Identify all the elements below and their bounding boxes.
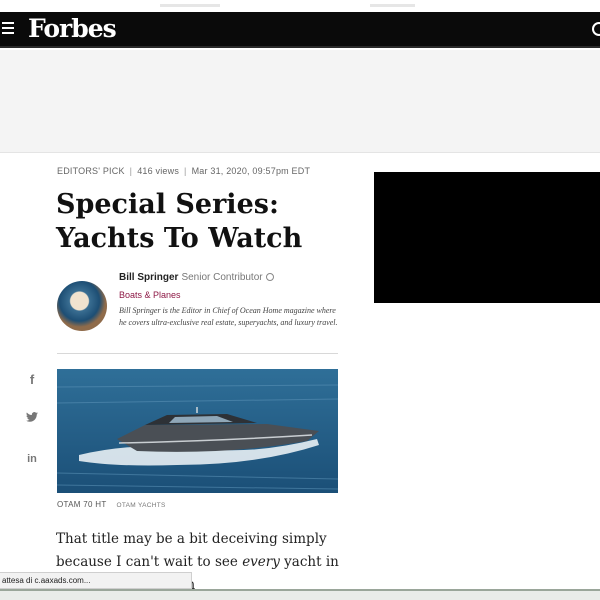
author-line: Bill Springer Senior Contributor [119, 272, 274, 283]
meta-separator: | [129, 166, 133, 176]
browser-bottom-strip [0, 589, 600, 600]
meta-separator: | [184, 166, 187, 176]
hamburger-menu-icon[interactable] [2, 22, 16, 36]
body-text-emphasis: every [242, 554, 280, 570]
caption-text: OTAM 70 HT [57, 500, 107, 509]
browser-status-bar: attesa di c.aaxads.com... [0, 572, 192, 589]
forbes-logo[interactable]: Forbes [28, 14, 117, 43]
article-meta: EDITORS' PICK | 416 views | Mar 31, 2020, 09… [57, 166, 310, 176]
twitter-share-icon[interactable] [26, 412, 38, 422]
article-title: Special Series: Yachts To Watch [56, 189, 303, 254]
view-count: 416 views [137, 166, 180, 176]
author-name[interactable]: Bill Springer [119, 272, 178, 283]
info-icon[interactable] [265, 273, 274, 281]
hero-image[interactable] [57, 369, 338, 493]
image-caption: OTAM 70 HT OTAM YACHTS [57, 500, 166, 509]
author-bio: Bill Springer is the Editor in Chief of … [119, 306, 338, 327]
publish-date: Mar 31, 2020, 09:57pm EDT [191, 166, 311, 176]
site-header: Forbes [0, 12, 600, 48]
browser-tab-edge [160, 4, 220, 7]
author-channel-link[interactable]: Boats & Planes [119, 290, 181, 300]
browser-top-strip [0, 0, 600, 12]
divider [57, 353, 338, 354]
author-role: Senior Contributor [181, 272, 263, 283]
yacht-photo [57, 369, 338, 493]
facebook-share-icon[interactable]: f [26, 372, 38, 387]
author-avatar[interactable] [57, 281, 107, 331]
video-player[interactable] [374, 172, 600, 303]
linkedin-share-icon[interactable]: in [26, 453, 38, 465]
browser-tab-edge [370, 4, 415, 7]
top-ad-slot [0, 50, 600, 153]
image-credit: OTAM YACHTS [116, 502, 166, 509]
search-icon[interactable] [592, 22, 600, 36]
editors-pick-label[interactable]: EDITORS' PICK [57, 166, 125, 176]
